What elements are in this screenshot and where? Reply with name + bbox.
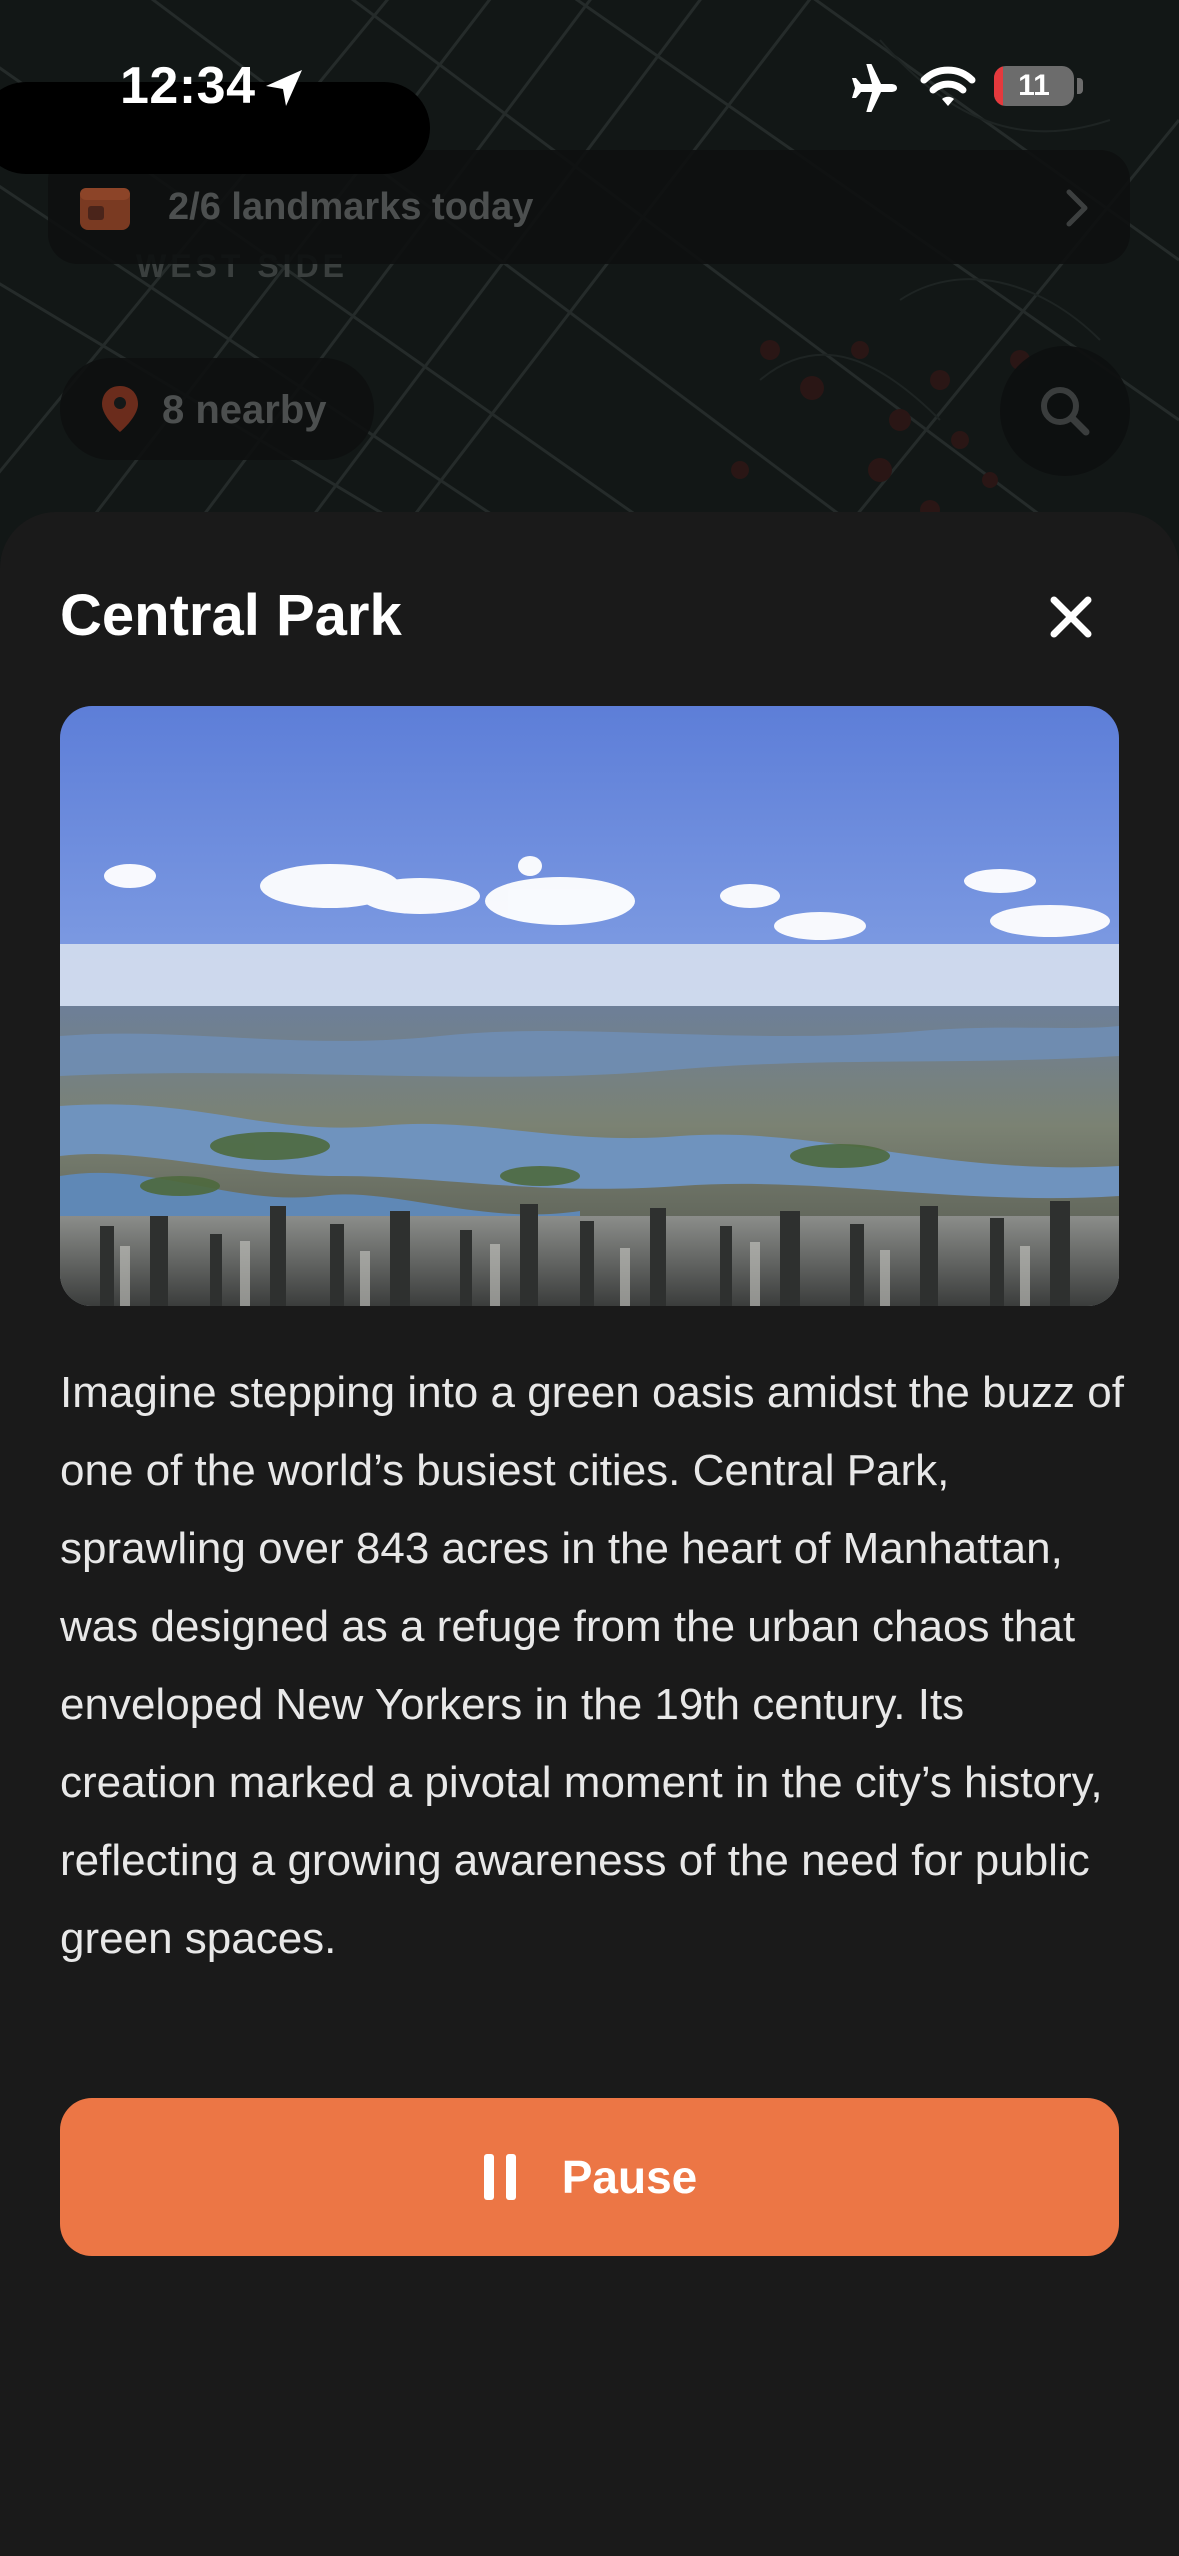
calendar-icon: [80, 188, 130, 230]
airplane-icon: [852, 64, 897, 112]
pin-icon: [102, 386, 138, 432]
app-screen: WEST SIDE 12:34 11 2/6 landmarks today 8…: [0, 0, 1179, 2556]
landmark-description: Imagine stepping into a green oasis amid…: [60, 1368, 1124, 1963]
battery-cap: [1077, 78, 1083, 94]
close-icon[interactable]: [1036, 582, 1106, 652]
wifi-icon: [920, 66, 976, 106]
landmark-detail-sheet: Central Park Imagine stepping into a gre…: [0, 512, 1179, 2556]
landmarks-progress-text: 2/6 landmarks today: [168, 186, 534, 228]
pause-button-content: Pause: [60, 2098, 1119, 2256]
pause-icon: [483, 2154, 516, 2200]
battery-indicator: 11: [994, 66, 1074, 106]
search-icon: [1041, 387, 1090, 436]
status-time: 12:34: [120, 57, 256, 115]
pause-label: Pause: [561, 2151, 698, 2203]
map-search-button[interactable]: [1000, 346, 1130, 476]
pause-button[interactable]: Pause: [60, 2098, 1119, 2256]
chevron-right-icon: [1066, 189, 1088, 227]
nearby-count: 8 nearby: [162, 388, 327, 432]
location-arrow-icon: [266, 70, 302, 106]
battery-level: 11: [1018, 69, 1050, 102]
nearby-chip[interactable]: 8 nearby: [60, 358, 374, 460]
status-bar: 12:34 11: [0, 0, 1179, 175]
landmark-title: Central Park: [60, 583, 402, 648]
aerial-city-illustration: [60, 706, 1119, 1306]
landmark-photo: [60, 706, 1119, 1306]
